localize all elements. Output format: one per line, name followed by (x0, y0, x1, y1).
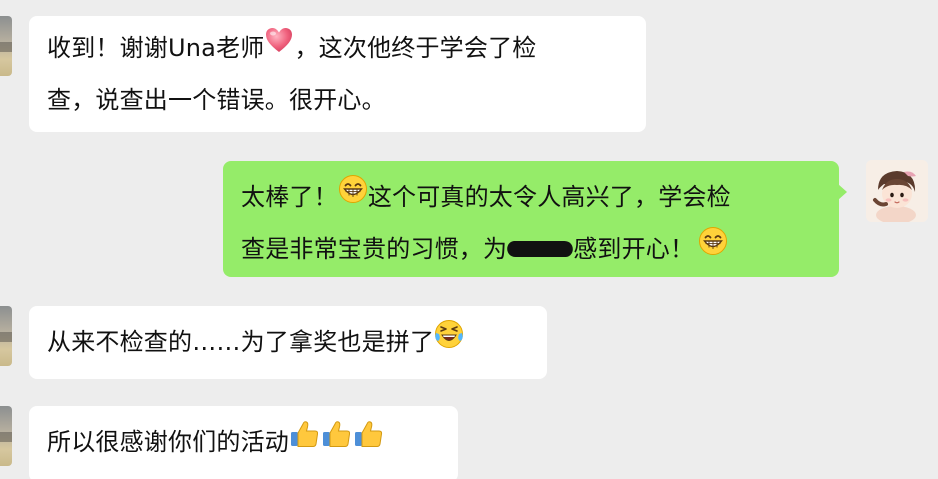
message-text: 这个可真的太令人高兴了，学会检 (367, 183, 731, 211)
grinning-face-icon (698, 222, 728, 274)
bubble-tail (838, 184, 847, 200)
message-line: 太棒了！ 这个可真的太令人高兴了，学会检 (241, 171, 823, 223)
contact-avatar[interactable] (0, 306, 12, 366)
message-line: 收到！谢谢Una老师 ，这次他终于学会了检 (47, 22, 630, 74)
message-text: 查是非常宝贵的习惯，为 (241, 235, 508, 263)
message-text: 从来不检查的……为了拿奖也是拼了 (47, 328, 435, 356)
thumbs-up-icon (289, 415, 321, 467)
thumbs-up-icon (353, 415, 385, 467)
message-text: 太棒了！ (241, 183, 338, 211)
message-bubble-received[interactable]: 收到！谢谢Una老师 ，这次他终于学会了检 查，说查出一个错误。很开心。 (29, 16, 646, 132)
message-text: 所以很感谢你们的活动 (47, 428, 289, 456)
message-line: 所以很感谢你们的活动 (47, 416, 442, 468)
girl-cartoon-icon (866, 160, 928, 222)
message-text: 感到开心！ (573, 235, 695, 263)
thumbs-up-icon (321, 415, 353, 467)
contact-avatar[interactable] (0, 16, 12, 76)
message-line: 查，说查出一个错误。很开心。 (47, 86, 386, 114)
message-bubble-sent[interactable]: 太棒了！ 这个可真的太令人高兴了，学会检 查是非常宝贵的习惯，为 感到开心！ (223, 161, 839, 277)
grinning-face-icon (338, 170, 368, 222)
redacted-name (505, 241, 575, 257)
message-text: 收到！谢谢Una老师 (47, 34, 265, 62)
message-line: 查是非常宝贵的习惯，为 感到开心！ (241, 223, 823, 275)
message-line: 从来不检查的……为了拿奖也是拼了 (47, 316, 531, 368)
laughing-tears-icon (434, 315, 464, 367)
message-bubble-received[interactable]: 从来不检查的……为了拿奖也是拼了 (29, 306, 547, 379)
user-avatar[interactable] (866, 160, 928, 222)
heart-icon (264, 21, 294, 73)
message-text: ，这次他终于学会了检 (294, 34, 537, 62)
contact-avatar[interactable] (0, 406, 12, 466)
message-bubble-received[interactable]: 所以很感谢你们的活动 (29, 406, 458, 479)
